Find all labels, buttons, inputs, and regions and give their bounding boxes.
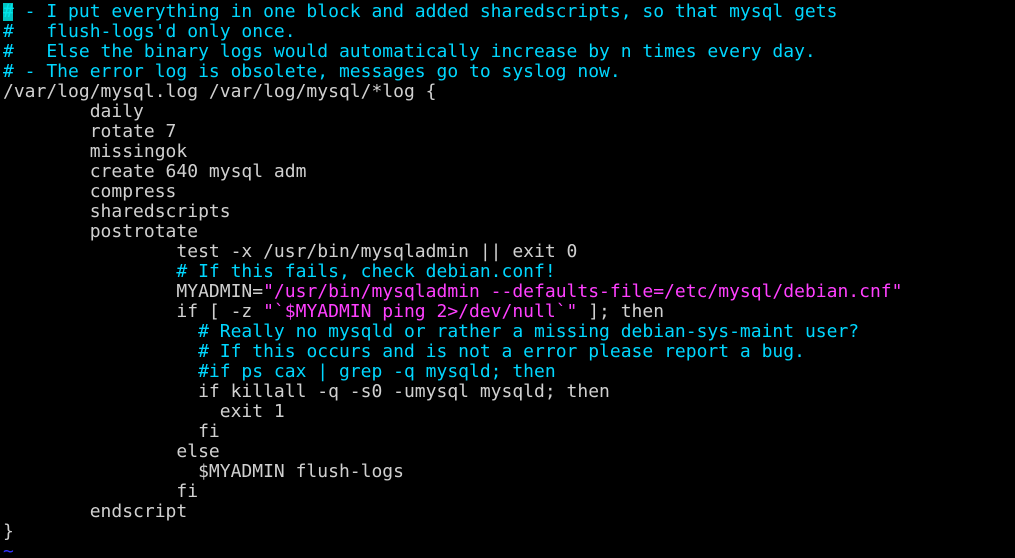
text-text: sharedscripts (3, 201, 231, 222)
editor-buffer[interactable]: # - I put everything in one block and ad… (0, 2, 1015, 558)
text-cursor (3, 3, 13, 21)
code-line[interactable]: # - The error log is obsolete, messages … (0, 62, 1015, 82)
code-line[interactable]: daily (0, 102, 1015, 122)
comment-text: # - I put everything in one block and ad… (3, 1, 838, 22)
text-text (3, 341, 198, 362)
comment-text: #if ps cax | grep -q mysqld; then (198, 361, 556, 382)
text-text: else (3, 441, 220, 462)
code-line[interactable]: # Else the binary logs would automatical… (0, 42, 1015, 62)
code-line[interactable]: fi (0, 422, 1015, 442)
text-text: } (3, 521, 14, 542)
code-line[interactable]: rotate 7 (0, 122, 1015, 142)
text-text: compress (3, 181, 177, 202)
text-text: ]; then (577, 301, 665, 322)
text-text: if killall -q -s0 -umysql mysqld; then (3, 381, 610, 402)
code-line[interactable]: exit 1 (0, 402, 1015, 422)
vim-editor[interactable]: # - I put everything in one block and ad… (0, 0, 1015, 558)
text-text: missingok (3, 141, 188, 162)
code-line[interactable]: if [ -z "`$MYADMIN ping 2>/dev/null`" ];… (0, 302, 1015, 322)
code-line[interactable]: missingok (0, 142, 1015, 162)
text-text (3, 261, 176, 282)
text-text: postrotate (3, 221, 199, 242)
empty-line-marker[interactable]: ~ (0, 542, 1015, 558)
text-text: daily (3, 101, 144, 122)
comment-text: # Else the binary logs would automatical… (3, 41, 816, 62)
code-line[interactable]: # flush-logs'd only once. (0, 22, 1015, 42)
comment-text: # Really no mysqld or rather a missing d… (198, 321, 860, 342)
text-text: $MYADMIN flush-logs (3, 461, 404, 482)
text-text: if [ -z (3, 301, 264, 322)
comment-text: # flush-logs'd only once. (3, 21, 296, 42)
code-line[interactable]: # If this fails, check debian.conf! (0, 262, 1015, 282)
code-line[interactable]: /var/log/mysql.log /var/log/mysql/*log { (0, 82, 1015, 102)
code-line[interactable]: $MYADMIN flush-logs (0, 462, 1015, 482)
text-text: rotate 7 (3, 121, 177, 142)
string-text: "`$MYADMIN ping 2>/dev/null`" (263, 301, 578, 322)
code-line[interactable]: sharedscripts (0, 202, 1015, 222)
text-text: create 640 mysql adm (3, 161, 307, 182)
code-line[interactable]: postrotate (0, 222, 1015, 242)
code-line[interactable]: # Really no mysqld or rather a missing d… (0, 322, 1015, 342)
code-line[interactable]: # - I put everything in one block and ad… (0, 2, 1015, 22)
code-line[interactable]: test -x /usr/bin/mysqladmin || exit 0 (0, 242, 1015, 262)
comment-text: # If this occurs and is not a error plea… (198, 341, 805, 362)
code-line[interactable]: fi (0, 482, 1015, 502)
code-line[interactable]: # If this occurs and is not a error plea… (0, 342, 1015, 362)
comment-text: # - The error log is obsolete, messages … (3, 61, 621, 82)
code-line[interactable]: endscript (0, 502, 1015, 522)
text-text: fi (3, 421, 220, 442)
code-line[interactable]: } (0, 522, 1015, 542)
text-text: fi (3, 481, 199, 502)
text-text (3, 361, 198, 382)
text-text: exit 1 (3, 401, 285, 422)
text-text: /var/log/mysql.log /var/log/mysql/*log { (3, 81, 437, 102)
text-text (3, 321, 198, 342)
code-line[interactable]: compress (0, 182, 1015, 202)
text-text: endscript (3, 501, 188, 522)
text-text: test -x /usr/bin/mysqladmin || exit 0 (3, 241, 578, 262)
code-line[interactable]: else (0, 442, 1015, 462)
text-text: MYADMIN= (3, 281, 264, 302)
code-line[interactable]: #if ps cax | grep -q mysqld; then (0, 362, 1015, 382)
code-line[interactable]: create 640 mysql adm (0, 162, 1015, 182)
code-line[interactable]: if killall -q -s0 -umysql mysqld; then (0, 382, 1015, 402)
string-text: "/usr/bin/mysqladmin --defaults-file=/et… (263, 281, 903, 302)
code-line[interactable]: MYADMIN="/usr/bin/mysqladmin --defaults-… (0, 282, 1015, 302)
comment-text: # If this fails, check debian.conf! (176, 261, 556, 282)
tilde-text: ~ (3, 541, 14, 558)
